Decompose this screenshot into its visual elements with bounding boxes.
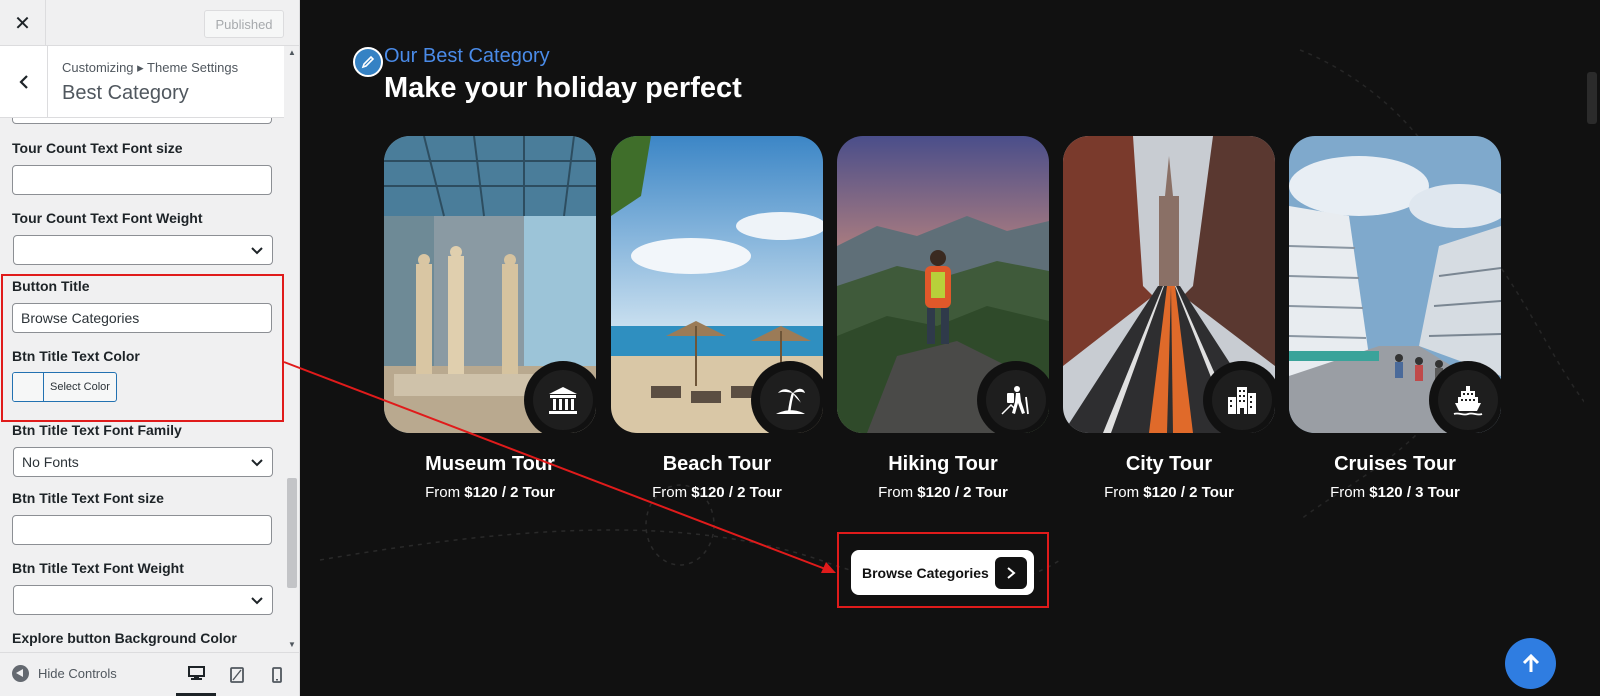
browse-categories-label: Browse Categories bbox=[862, 564, 989, 581]
color-swatch bbox=[13, 373, 44, 401]
select-color-button[interactable]: Select Color bbox=[12, 372, 117, 402]
btn-title-font-size-input[interactable] bbox=[12, 515, 272, 545]
category-price: From $120 / 2 Tour bbox=[1104, 484, 1234, 501]
category-image bbox=[611, 136, 823, 433]
category-title: Cruises Tour bbox=[1334, 453, 1456, 475]
category-title: Hiking Tour bbox=[888, 453, 998, 475]
button-title-label: Button Title bbox=[12, 278, 90, 294]
preview-scroll-thumb[interactable] bbox=[1587, 72, 1597, 124]
btn-title-font-family-select[interactable]: No Fonts bbox=[13, 447, 273, 477]
chevron-down-icon bbox=[251, 247, 263, 255]
tour-count-font-weight-label: Tour Count Text Font Weight bbox=[12, 210, 203, 226]
mobile-icon bbox=[272, 667, 282, 683]
previous-field-input[interactable] bbox=[12, 118, 272, 124]
explore-bg-color-label: Explore button Background Color bbox=[12, 630, 237, 646]
preview-mobile-button[interactable] bbox=[257, 653, 297, 696]
pencil-icon bbox=[361, 55, 375, 69]
preview-desktop-button[interactable] bbox=[176, 653, 216, 696]
category-image bbox=[1063, 136, 1275, 433]
city-buildings-icon bbox=[1212, 370, 1272, 430]
edit-shortcut-button[interactable] bbox=[353, 47, 383, 77]
arrow-up-icon bbox=[1522, 653, 1539, 672]
chevron-right-icon bbox=[995, 557, 1027, 589]
select-color-label: Select Color bbox=[50, 381, 110, 393]
collapse-arrow-icon bbox=[12, 665, 29, 682]
controls-panel: Tour Count Text Font size Tour Count Tex… bbox=[0, 118, 284, 652]
category-card[interactable]: Cruises Tour From $120 / 3 Tour bbox=[1289, 136, 1501, 501]
chevron-left-icon bbox=[18, 75, 28, 89]
section-header: Customizing ▸ Theme Settings Best Catego… bbox=[0, 46, 284, 118]
btn-title-font-weight-label: Btn Title Text Font Weight bbox=[12, 560, 184, 576]
section-subtitle: Our Best Category bbox=[384, 45, 550, 67]
tour-count-font-size-input[interactable] bbox=[12, 165, 272, 195]
section-title: Best Category bbox=[62, 82, 189, 104]
btn-title-font-family-value: No Fonts bbox=[22, 454, 79, 470]
publish-button[interactable]: Published bbox=[204, 10, 284, 38]
close-customizer-button[interactable]: ✕ bbox=[0, 0, 46, 46]
palm-tree-icon bbox=[760, 370, 820, 430]
sidebar-scroll-thumb[interactable] bbox=[287, 478, 297, 588]
btn-title-text-color-label: Btn Title Text Color bbox=[12, 348, 140, 364]
category-price: From $120 / 3 Tour bbox=[1330, 484, 1460, 501]
category-price: From $120 / 2 Tour bbox=[652, 484, 782, 501]
btn-title-font-size-label: Btn Title Text Font size bbox=[12, 490, 164, 506]
category-card[interactable]: City Tour From $120 / 2 Tour bbox=[1063, 136, 1275, 501]
scroll-up-arrow[interactable]: ▲ bbox=[287, 48, 297, 58]
chevron-down-icon bbox=[251, 597, 263, 605]
scroll-down-arrow[interactable]: ▼ bbox=[287, 640, 297, 650]
close-icon: ✕ bbox=[14, 12, 31, 35]
ship-icon bbox=[1438, 370, 1498, 430]
category-title: City Tour bbox=[1125, 453, 1213, 475]
customizer-top-bar: ✕ Published bbox=[0, 0, 299, 46]
back-button[interactable] bbox=[0, 46, 48, 118]
category-image bbox=[837, 136, 1049, 433]
category-price: From $120 / 2 Tour bbox=[878, 484, 1008, 501]
scroll-to-top-button[interactable] bbox=[1505, 638, 1556, 689]
customizer-footer: Hide Controls bbox=[0, 652, 299, 696]
category-card[interactable]: Hiking Tour From $120 / 2 Tour bbox=[837, 136, 1049, 501]
museum-icon bbox=[533, 370, 593, 430]
btn-title-font-family-label: Btn Title Text Font Family bbox=[12, 422, 182, 438]
category-card[interactable]: Museum Tour From $120 / 2 Tour bbox=[384, 136, 596, 501]
browse-categories-button[interactable]: Browse Categories bbox=[851, 550, 1034, 595]
tablet-icon bbox=[230, 667, 244, 683]
tour-count-font-weight-select[interactable] bbox=[13, 235, 273, 265]
category-card[interactable]: Beach Tour From $120 / 2 Tour bbox=[611, 136, 823, 501]
chevron-down-icon bbox=[251, 459, 263, 467]
category-image bbox=[1289, 136, 1501, 433]
btn-title-font-weight-select[interactable] bbox=[13, 585, 273, 615]
desktop-icon bbox=[187, 665, 205, 680]
category-image bbox=[384, 136, 596, 433]
hide-controls-label: Hide Controls bbox=[38, 666, 117, 681]
category-title: Museum Tour bbox=[425, 453, 555, 475]
hiker-icon bbox=[986, 370, 1046, 430]
customizer-sidebar: ✕ Published Customizing ▸ Theme Settings… bbox=[0, 0, 300, 696]
breadcrumb: Customizing ▸ Theme Settings bbox=[62, 60, 239, 75]
category-title: Beach Tour bbox=[662, 453, 772, 475]
hide-controls-button[interactable]: Hide Controls bbox=[12, 665, 117, 682]
preview-tablet-button[interactable] bbox=[217, 653, 257, 696]
category-price: From $120 / 2 Tour bbox=[425, 484, 555, 501]
section-heading: Make your holiday perfect bbox=[384, 72, 742, 104]
tour-count-font-size-label: Tour Count Text Font size bbox=[12, 140, 183, 156]
button-title-input[interactable]: Browse Categories bbox=[12, 303, 272, 333]
